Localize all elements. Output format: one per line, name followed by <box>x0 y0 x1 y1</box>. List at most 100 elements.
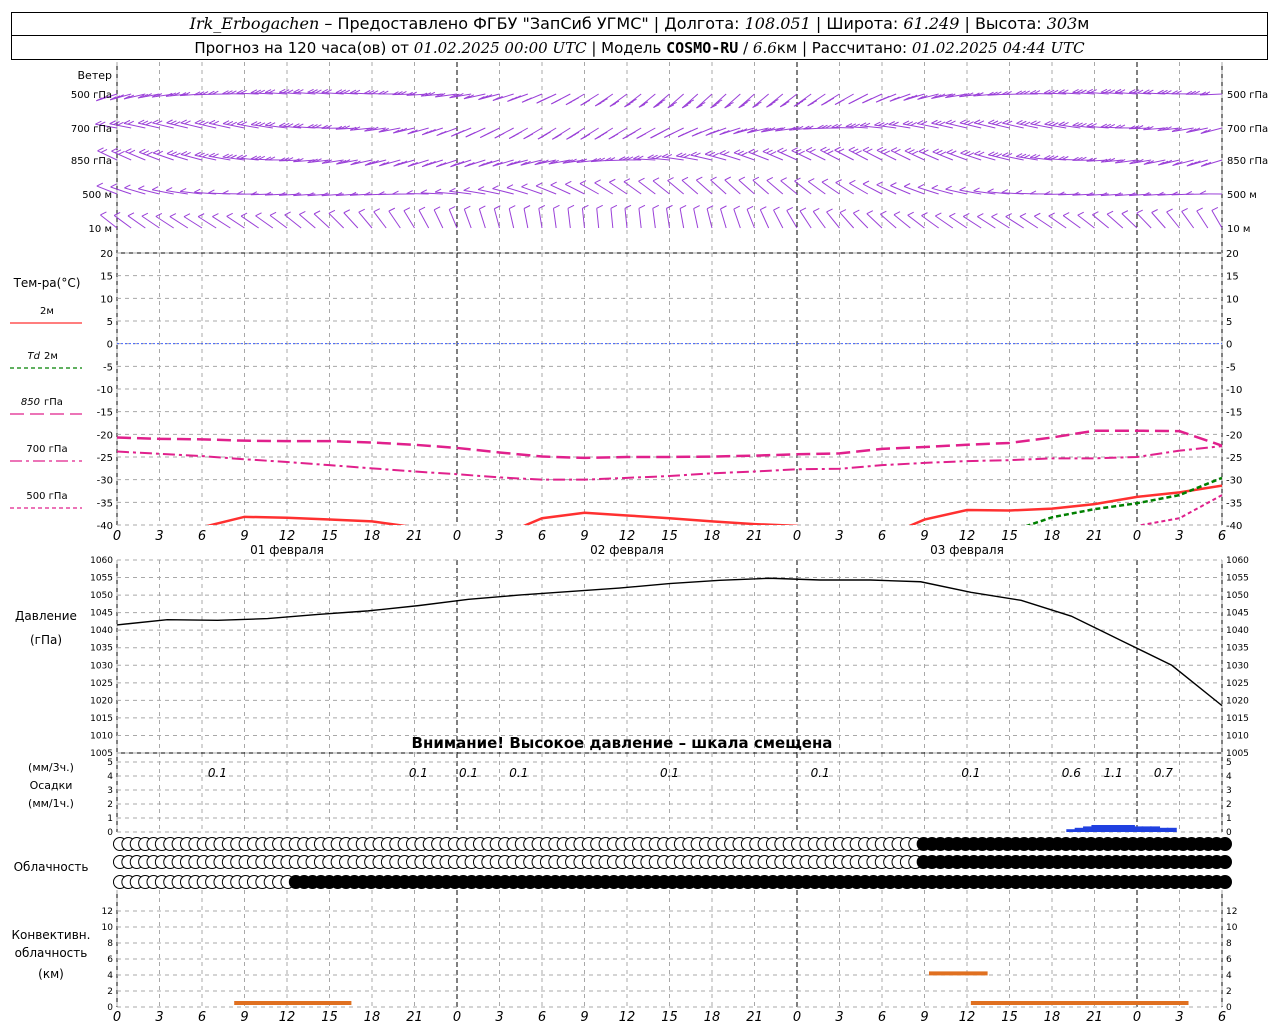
wind-barb <box>638 208 642 229</box>
wind-barb-flag <box>142 150 150 155</box>
wind-barb-flag <box>935 120 942 125</box>
wind-barb-flag <box>526 133 534 138</box>
wind-barb-flag <box>855 96 862 101</box>
wind-level-label-right: 850 гПа <box>1227 156 1268 167</box>
temp-tick-label-right: 5 <box>1226 317 1232 328</box>
pressure-tick-label: 1035 <box>90 644 113 654</box>
wind-barb-flag <box>798 150 805 155</box>
wind-barb-flag <box>813 207 820 212</box>
hour-tick-label-bottom: 12 <box>619 1010 636 1024</box>
wind-barb-flag <box>960 149 967 154</box>
wind-barb <box>610 208 614 229</box>
wind-barb <box>1181 211 1195 229</box>
wind-barb-flag <box>751 150 759 154</box>
wind-barb <box>780 180 798 195</box>
hour-tick-label-bottom: 9 <box>920 1010 928 1024</box>
wind-barb <box>155 215 174 229</box>
wind-barb-flag <box>667 132 675 137</box>
wind-barb-flag <box>222 190 229 195</box>
hour-tick-label-bottom: 18 <box>704 1010 721 1024</box>
wind-barb-flag <box>492 185 499 190</box>
conv-tick-label: 6 <box>107 955 113 965</box>
precip-tick-label: 2 <box>107 800 113 810</box>
wind-barb-flag <box>827 97 835 102</box>
wind-barb-flag <box>720 205 727 210</box>
wind-barb-flag <box>166 150 174 155</box>
wind-barb-flag <box>973 187 980 192</box>
wind-barb <box>1151 212 1166 229</box>
wind-barb-flag <box>995 153 1003 158</box>
wind-barb-flag <box>128 149 136 154</box>
pressure-tick-label-right: 1015 <box>1226 714 1249 724</box>
precip-total-label: 0.1 <box>660 766 679 780</box>
wind-barb <box>127 215 146 229</box>
wind-barb-flag <box>945 119 952 124</box>
wind-barb <box>696 93 713 109</box>
temp-tick-label: -40 <box>97 521 113 532</box>
wind-barb <box>1106 213 1124 229</box>
wind-barb-flag <box>777 147 784 152</box>
wind-barb-flag <box>939 151 947 156</box>
wind-barb <box>831 126 854 129</box>
hour-tick-label: 15 <box>1001 529 1018 544</box>
temp-tick-label-right: -20 <box>1226 430 1242 441</box>
wind-barb <box>538 208 543 229</box>
wind-barb-flag <box>1020 120 1027 125</box>
wind-barb-flag <box>525 97 532 102</box>
wind-barb-flag <box>679 205 687 209</box>
precip-unit-1h: (мм/1ч.) <box>28 797 74 810</box>
wind-barb-flag <box>420 189 428 194</box>
temp-tick-label-right: -40 <box>1226 521 1242 532</box>
wind-barb-flag <box>987 119 995 124</box>
day-label: 02 февраля <box>590 543 664 557</box>
wind-barb-flag <box>458 129 465 134</box>
wind-barb <box>1166 211 1180 229</box>
conv-tick-label: 8 <box>107 939 113 949</box>
wind-barb <box>1092 214 1109 229</box>
wind-barb-flag <box>733 205 741 210</box>
wind-barb <box>1048 215 1067 229</box>
cloud-symbol <box>1218 855 1232 869</box>
conv-tick-label: 2 <box>107 987 113 997</box>
wind-barb-flag <box>838 99 845 104</box>
hour-tick-label: 0 <box>1133 529 1141 544</box>
wind-barb-flag <box>766 149 773 154</box>
wind-barb-flag <box>724 176 731 181</box>
wind-barb <box>478 208 486 229</box>
wind-barb-flag <box>690 151 697 156</box>
legend-label: гПа <box>44 397 63 408</box>
wind-barb <box>403 210 415 229</box>
wind-barb-flag <box>596 204 603 209</box>
temp-tick-label: -10 <box>97 385 113 396</box>
wind-barb <box>812 211 826 229</box>
hour-tick-label-bottom: 3 <box>155 1010 163 1024</box>
precip-tick-label: 0 <box>107 828 113 838</box>
wind-barb-flag <box>1001 152 1009 157</box>
legend-label: 2м <box>44 351 58 362</box>
wind-barb-flag <box>826 208 833 213</box>
wind-barb <box>624 208 628 229</box>
wind-barb-flag <box>194 151 202 156</box>
wind-barb-flag <box>991 120 999 125</box>
wind-barb-flag <box>139 148 146 153</box>
wind-barb <box>852 212 869 229</box>
wind-level-label-right: 500 гПа <box>1227 90 1268 101</box>
pressure-title: Давление <box>15 609 77 623</box>
wind-barb <box>681 93 699 109</box>
wind-barb <box>935 215 954 229</box>
pressure-tick-label: 1055 <box>90 574 113 584</box>
wind-barb-flag <box>406 190 413 194</box>
wind-barb-flag <box>1151 209 1158 213</box>
wind-barb-flag <box>704 150 712 155</box>
wind-barb-flag <box>141 212 149 217</box>
wind-barb-flag <box>652 204 659 209</box>
wind-barb-flag <box>638 177 645 182</box>
precip-tick-label-right: 2 <box>1226 800 1232 810</box>
wind-barb-flag <box>780 149 788 154</box>
wind-barb-flag <box>977 213 984 218</box>
wind-barb-flag <box>904 147 912 152</box>
wind-barb-flag <box>230 121 237 126</box>
wind-barb-flag <box>583 99 591 104</box>
wind-barb-flag <box>145 121 153 126</box>
wind-barb-flag <box>977 120 985 125</box>
